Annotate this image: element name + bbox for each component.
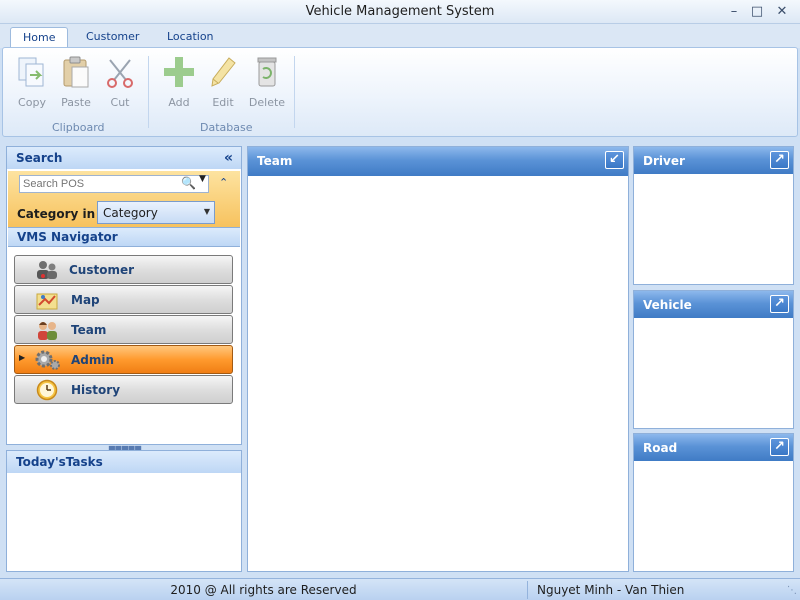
delete-button[interactable]: Delete [245, 54, 289, 109]
cut-label: Cut [110, 96, 130, 109]
restore-icon[interactable]: ↙ [605, 151, 624, 169]
search-dropdown-icon[interactable]: ▼ [199, 174, 206, 184]
search-title: Search [16, 151, 63, 165]
copy-button[interactable]: Copy [10, 54, 54, 109]
edit-icon [211, 57, 236, 87]
copy-icon [18, 57, 44, 87]
resize-grip-icon[interactable]: ⋱ [787, 585, 797, 596]
collapse-up-icon[interactable]: ⌃ [219, 176, 228, 189]
vehicle-panel: Vehicle ↗ [633, 290, 794, 429]
delete-icon [257, 57, 277, 87]
add-icon [164, 57, 194, 87]
minimize-icon[interactable]: – [724, 3, 744, 21]
vehicle-title: Vehicle [643, 298, 692, 312]
driver-header: Driver ↗ [634, 147, 793, 174]
status-divider [527, 581, 528, 599]
navigator-header: VMS Navigator [8, 227, 240, 247]
nav-item-map[interactable]: Map [14, 285, 233, 314]
nav-item-label: Team [71, 323, 107, 337]
status-bar: 2010 @ All rights are Reserved Nguyet Mi… [0, 578, 800, 600]
road-panel: Road ↗ [633, 433, 794, 572]
title-bar: Vehicle Management System – □ ✕ [0, 0, 800, 24]
vehicle-header: Vehicle ↗ [634, 291, 793, 318]
close-icon[interactable]: ✕ [772, 3, 792, 21]
nav-item-customer[interactable]: Customer [14, 255, 233, 284]
search-header: Search « [7, 147, 241, 169]
maximize-icon[interactable]: □ [747, 3, 767, 21]
cut-icon [107, 59, 133, 88]
tab-customer[interactable]: Customer [74, 27, 151, 48]
copyright-text: 2010 @ All rights are Reserved [170, 583, 357, 597]
history-clock-icon [36, 379, 58, 401]
tasks-header: Today'sTasks [7, 451, 241, 473]
search-bar: 🔍 ▼ ⌃ Category in Category ▼ [8, 171, 240, 227]
team-icon [38, 322, 57, 340]
team-panel: Team ↙ [247, 146, 629, 572]
nav-item-admin[interactable]: ▶ Admin [14, 345, 233, 374]
category-select[interactable]: Category ▼ [97, 201, 215, 224]
delete-label: Delete [248, 96, 286, 109]
window-title: Vehicle Management System [305, 4, 495, 19]
database-group-label: Database [200, 121, 253, 134]
search-icon[interactable]: 🔍 [181, 176, 196, 190]
nav-item-label: History [71, 383, 121, 397]
paste-icon [63, 56, 89, 88]
team-title: Team [257, 154, 293, 168]
map-icon [36, 293, 58, 310]
tasks-panel: Today'sTasks [6, 450, 242, 572]
edit-button[interactable]: Edit [201, 54, 245, 109]
cut-button[interactable]: Cut [98, 54, 142, 109]
road-header: Road ↗ [634, 434, 793, 461]
add-button[interactable]: Add [157, 54, 201, 109]
nav-item-history[interactable]: History [14, 375, 233, 404]
nav-item-team[interactable]: Team [14, 315, 233, 344]
category-label: Category in [17, 207, 96, 221]
paste-label: Paste [61, 96, 91, 109]
tab-location[interactable]: Location [155, 27, 226, 48]
expand-icon[interactable]: ↗ [770, 151, 789, 169]
driver-title: Driver [643, 154, 685, 168]
selected-arrow-icon: ▶ [19, 353, 26, 362]
authors-text: Nguyet Minh - Van Thien [537, 583, 685, 597]
tab-home[interactable]: Home [10, 27, 69, 48]
expand-icon[interactable]: ↗ [770, 295, 789, 313]
admin-gears-icon [35, 350, 60, 370]
edit-label: Edit [212, 96, 234, 109]
paste-button[interactable]: Paste [54, 54, 98, 109]
copy-label: Copy [18, 96, 46, 109]
nav-item-label: Map [71, 293, 100, 307]
customers-icon [37, 261, 57, 279]
group-separator [294, 56, 295, 128]
nav-item-label: Admin [71, 353, 115, 367]
group-separator [148, 56, 149, 128]
add-label: Add [168, 96, 190, 109]
ribbon-tabs: Home Customer Location [0, 24, 800, 48]
ribbon: Copy Paste Cut Clipboard Add Edit Delete… [2, 47, 798, 137]
road-title: Road [643, 441, 678, 455]
search-navigator-panel: Search « 🔍 ▼ ⌃ Category in Category ▼ VM… [6, 146, 242, 445]
team-header: Team ↙ [248, 147, 628, 176]
category-select-value: Category [103, 206, 158, 220]
chevron-down-icon: ▼ [203, 207, 210, 216]
driver-panel: Driver ↗ [633, 146, 794, 285]
clipboard-group-label: Clipboard [52, 121, 105, 134]
expand-icon[interactable]: ↗ [770, 438, 789, 456]
nav-item-label: Customer [69, 263, 135, 277]
collapse-panel-icon[interactable]: « [224, 150, 233, 166]
